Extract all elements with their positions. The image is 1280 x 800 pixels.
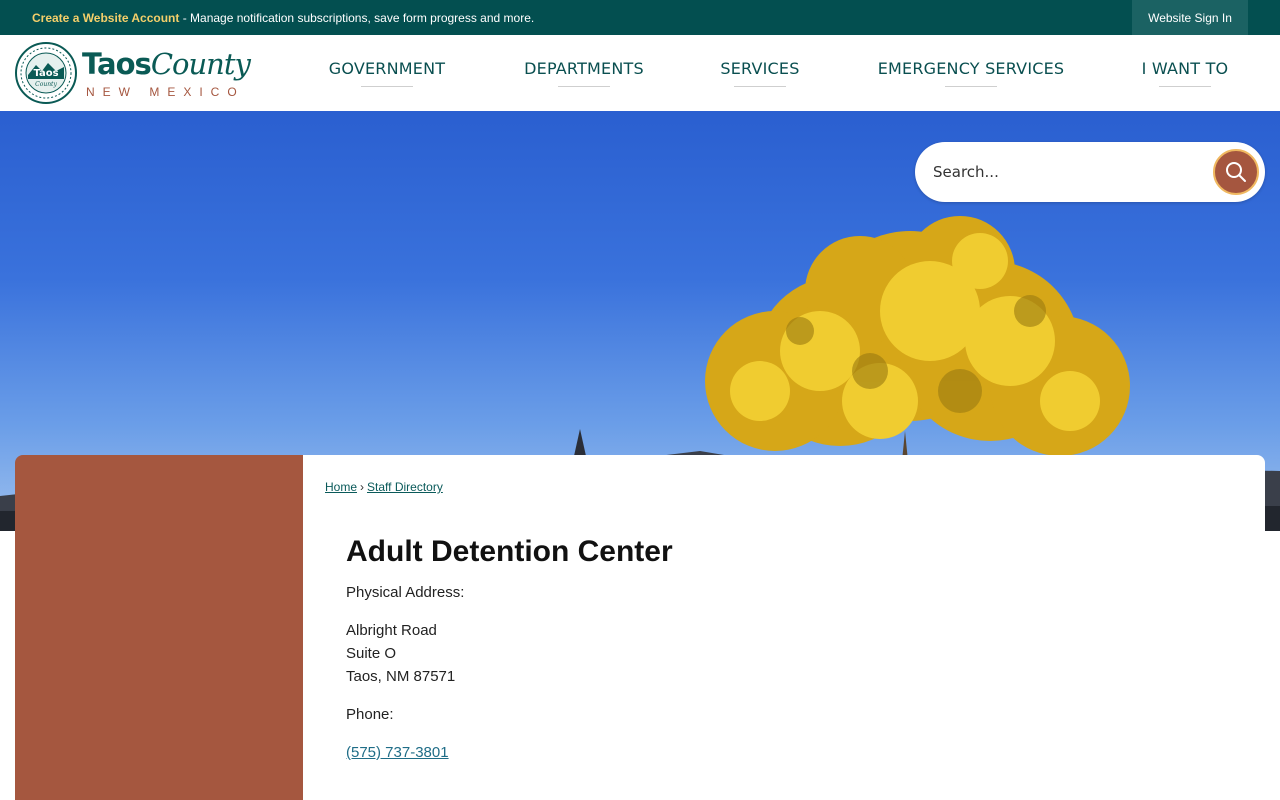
create-account-link[interactable]: Create a Website Account: [32, 11, 179, 25]
site-logo[interactable]: Taos County TaosCounty NEW MEXICO: [14, 41, 270, 105]
page-title: Adult Detention Center: [346, 535, 673, 568]
address-line-1: Albright Road: [346, 622, 437, 639]
nav-underline: [945, 86, 997, 87]
phone-label: Phone:: [346, 706, 394, 723]
search-button[interactable]: [1213, 149, 1259, 195]
nav-underline: [1159, 86, 1211, 87]
brand-name-bold: Taos: [82, 47, 152, 81]
nav-services[interactable]: SERVICES: [717, 35, 803, 111]
search-box: [915, 142, 1265, 202]
nav-underline: [361, 86, 413, 87]
main-content: Home › Staff Directory Adult Detention Cen…: [303, 455, 1265, 800]
brand-name: TaosCounty: [82, 47, 251, 81]
notification-text: - Manage notification subscriptions, sav…: [179, 11, 535, 25]
address-label: Physical Address:: [346, 584, 465, 601]
breadcrumb-home-link[interactable]: Home: [325, 480, 357, 494]
site-header: Taos County TaosCounty NEW MEXICO GOVERN…: [0, 35, 1280, 111]
nav-emergency-services-label: EMERGENCY SERVICES: [877, 59, 1065, 78]
breadcrumb-separator: ›: [360, 480, 365, 494]
nav-departments-label: DEPARTMENTS: [524, 59, 644, 78]
county-seal-icon: Taos County: [15, 42, 77, 104]
website-sign-in-button[interactable]: Website Sign In: [1132, 0, 1248, 35]
phone-number: (575) 737-3801: [346, 744, 449, 761]
nav-services-label: SERVICES: [720, 59, 800, 78]
notification-bar: Create a Website Account - Manage notifi…: [0, 0, 1280, 35]
seal-subtext: County: [35, 81, 57, 88]
nav-government-label: GOVERNMENT: [328, 59, 446, 78]
nav-government[interactable]: GOVERNMENT: [323, 35, 451, 111]
nav-emergency-services[interactable]: EMERGENCY SERVICES: [876, 35, 1066, 111]
search-icon: [1226, 162, 1246, 182]
notification-message: Create a Website Account - Manage notifi…: [32, 11, 534, 25]
brand-subtitle: NEW MEXICO: [86, 85, 245, 99]
nav-underline: [734, 86, 786, 87]
address-line-2: Suite O: [346, 645, 397, 662]
phone-link[interactable]: (575) 737-3801: [346, 744, 449, 761]
nav-departments[interactable]: DEPARTMENTS: [518, 35, 650, 111]
sidebar-panel: [15, 455, 303, 800]
breadcrumb-staff-directory-link[interactable]: Staff Directory: [367, 480, 443, 494]
breadcrumb: Home › Staff Directory: [325, 480, 443, 494]
nav-i-want-to-label: I WANT TO: [1141, 59, 1229, 78]
brand-name-script: County: [150, 47, 251, 81]
search-input[interactable]: [933, 157, 1213, 187]
nav-i-want-to[interactable]: I WANT TO: [1136, 35, 1234, 111]
address-line-3: Taos, NM 87571: [346, 668, 456, 685]
nav-underline: [558, 86, 610, 87]
seal-text: Taos: [33, 68, 58, 79]
